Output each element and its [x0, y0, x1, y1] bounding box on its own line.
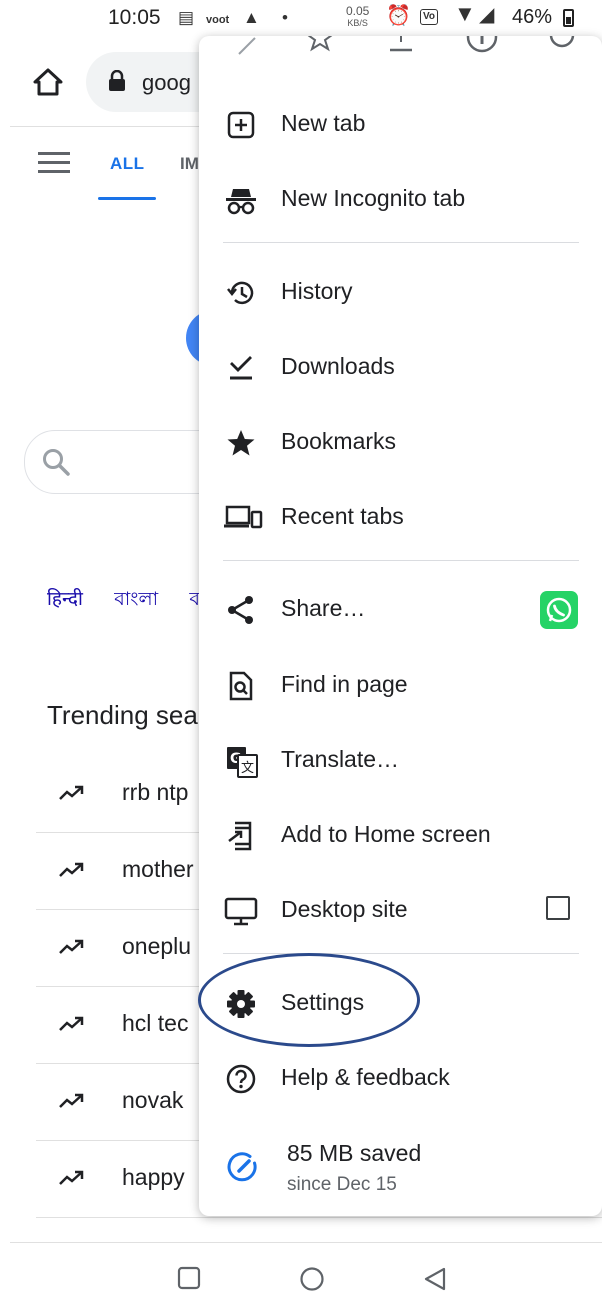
trending-text: happy	[122, 1164, 185, 1190]
menu-item-new-incognito-tab[interactable]: New Incognito tab	[199, 161, 602, 235]
desktop-site-checkbox[interactable]	[546, 896, 570, 920]
url-text: goog	[142, 70, 191, 95]
menu-action-row	[199, 36, 602, 72]
search-icon	[41, 447, 71, 482]
language-link-hindi[interactable]: हिन्दी	[47, 589, 83, 610]
menu-item-translate[interactable]: G文 Translate…	[199, 722, 602, 796]
trending-text: oneplu	[122, 933, 192, 959]
menu-item-label: Desktop site	[281, 896, 408, 922]
downloads-icon	[230, 356, 252, 380]
menu-item-share[interactable]: Share…	[199, 571, 602, 645]
nav-divider	[10, 1242, 602, 1243]
find-in-page-icon	[229, 671, 253, 701]
trending-searches-title: Trending sea	[47, 700, 198, 730]
menu-item-find-in-page[interactable]: Find in page	[199, 647, 602, 721]
tab-all-indicator	[98, 197, 156, 200]
menu-item-help-feedback[interactable]: Help & feedback	[199, 1040, 602, 1114]
drive-icon: ▲	[243, 8, 260, 27]
menu-separator	[223, 242, 579, 243]
menu-item-new-tab[interactable]: New tab	[199, 86, 602, 160]
menu-item-add-to-home-screen[interactable]: Add to Home screen	[199, 797, 602, 871]
bookmark-star-icon	[227, 430, 255, 456]
forward-icon[interactable]	[235, 36, 259, 58]
wifi-icon: ▼	[454, 1, 476, 26]
menu-item-desktop-site[interactable]: Desktop site	[199, 872, 602, 946]
recents-button-icon[interactable]	[177, 1266, 201, 1295]
home-icon[interactable]	[33, 68, 63, 101]
menu-item-label: Add to Home screen	[281, 821, 491, 847]
hamburger-menu-icon[interactable]	[38, 152, 70, 179]
new-tab-icon	[227, 111, 255, 139]
incognito-icon	[226, 189, 256, 215]
trending-up-icon	[58, 1014, 86, 1039]
whatsapp-share-icon[interactable]	[540, 591, 578, 629]
desktop-icon	[224, 897, 258, 926]
speed-unit: KB/S	[347, 18, 368, 28]
trending-text: mother	[122, 856, 194, 882]
trending-up-icon	[58, 783, 86, 808]
add-to-home-icon	[228, 821, 252, 851]
status-bar: 10:05 ▤ voot ▲ • 0.05 KB/S ⏰ Vo ▼ ◢ 46%	[0, 0, 602, 36]
vowifi-icon: Vo	[420, 9, 439, 25]
voot-icon: voot	[206, 14, 230, 26]
menu-item-recent-tabs[interactable]: Recent tabs	[199, 479, 602, 553]
back-button-icon[interactable]	[422, 1266, 448, 1297]
status-time: 10:05	[108, 6, 161, 29]
data-saver-gauge-icon	[227, 1152, 257, 1182]
trending-text: rrb ntp	[122, 779, 189, 805]
data-saved-amount: 85 MB saved	[287, 1140, 422, 1166]
alarm-icon: ⏰	[386, 5, 411, 27]
svg-text:文: 文	[241, 761, 254, 776]
trending-up-icon	[58, 1091, 86, 1116]
network-speed: 0.05 KB/S	[346, 4, 370, 29]
translate-icon: G文	[227, 747, 258, 778]
menu-separator	[223, 953, 579, 954]
menu-item-label: New Incognito tab	[281, 185, 466, 211]
trending-up-icon	[58, 937, 86, 962]
menu-item-label: Help & feedback	[281, 1064, 450, 1090]
share-icon	[228, 596, 253, 624]
page-info-icon[interactable]	[465, 36, 499, 54]
language-link-bengali[interactable]: বাংলা	[114, 589, 158, 610]
menu-item-label: Bookmarks	[281, 428, 397, 454]
menu-item-label: History	[281, 278, 353, 304]
menu-item-history[interactable]: History	[199, 254, 602, 328]
trending-up-icon	[58, 860, 86, 885]
battery-percent: 46%	[512, 6, 553, 28]
help-icon	[226, 1064, 256, 1094]
menu-item-label: Recent tabs	[281, 503, 404, 529]
menu-item-label: Downloads	[281, 353, 395, 379]
notification-icon: ▤	[178, 8, 195, 27]
bookmark-add-icon[interactable]	[306, 36, 334, 52]
home-button-icon[interactable]	[299, 1266, 325, 1297]
menu-item-bookmarks[interactable]: Bookmarks	[199, 404, 602, 478]
devices-icon	[224, 505, 263, 529]
menu-item-label: Translate…	[281, 746, 400, 772]
menu-item-label: New tab	[281, 110, 366, 136]
signal-icon: ◢	[479, 4, 495, 26]
data-saved-since: since Dec 15	[287, 1174, 397, 1195]
tab-all[interactable]: ALL	[110, 154, 145, 174]
download-page-icon[interactable]	[387, 36, 415, 56]
menu-item-label: Find in page	[281, 671, 408, 697]
trending-up-icon	[58, 1168, 86, 1193]
history-icon	[227, 281, 254, 305]
menu-separator	[223, 560, 579, 561]
trending-text: hcl tec	[122, 1010, 189, 1036]
tab-images[interactable]: IM	[180, 154, 199, 174]
trending-text: novak	[122, 1087, 184, 1113]
menu-item-downloads[interactable]: Downloads	[199, 329, 602, 403]
menu-item-label: Share…	[281, 595, 366, 621]
dot-icon: •	[282, 8, 288, 27]
refresh-icon[interactable]	[547, 36, 577, 50]
settings-highlight-circle	[198, 953, 420, 1047]
battery-icon	[563, 9, 574, 27]
lock-icon	[108, 69, 126, 97]
speed-value: 0.05	[346, 4, 370, 18]
